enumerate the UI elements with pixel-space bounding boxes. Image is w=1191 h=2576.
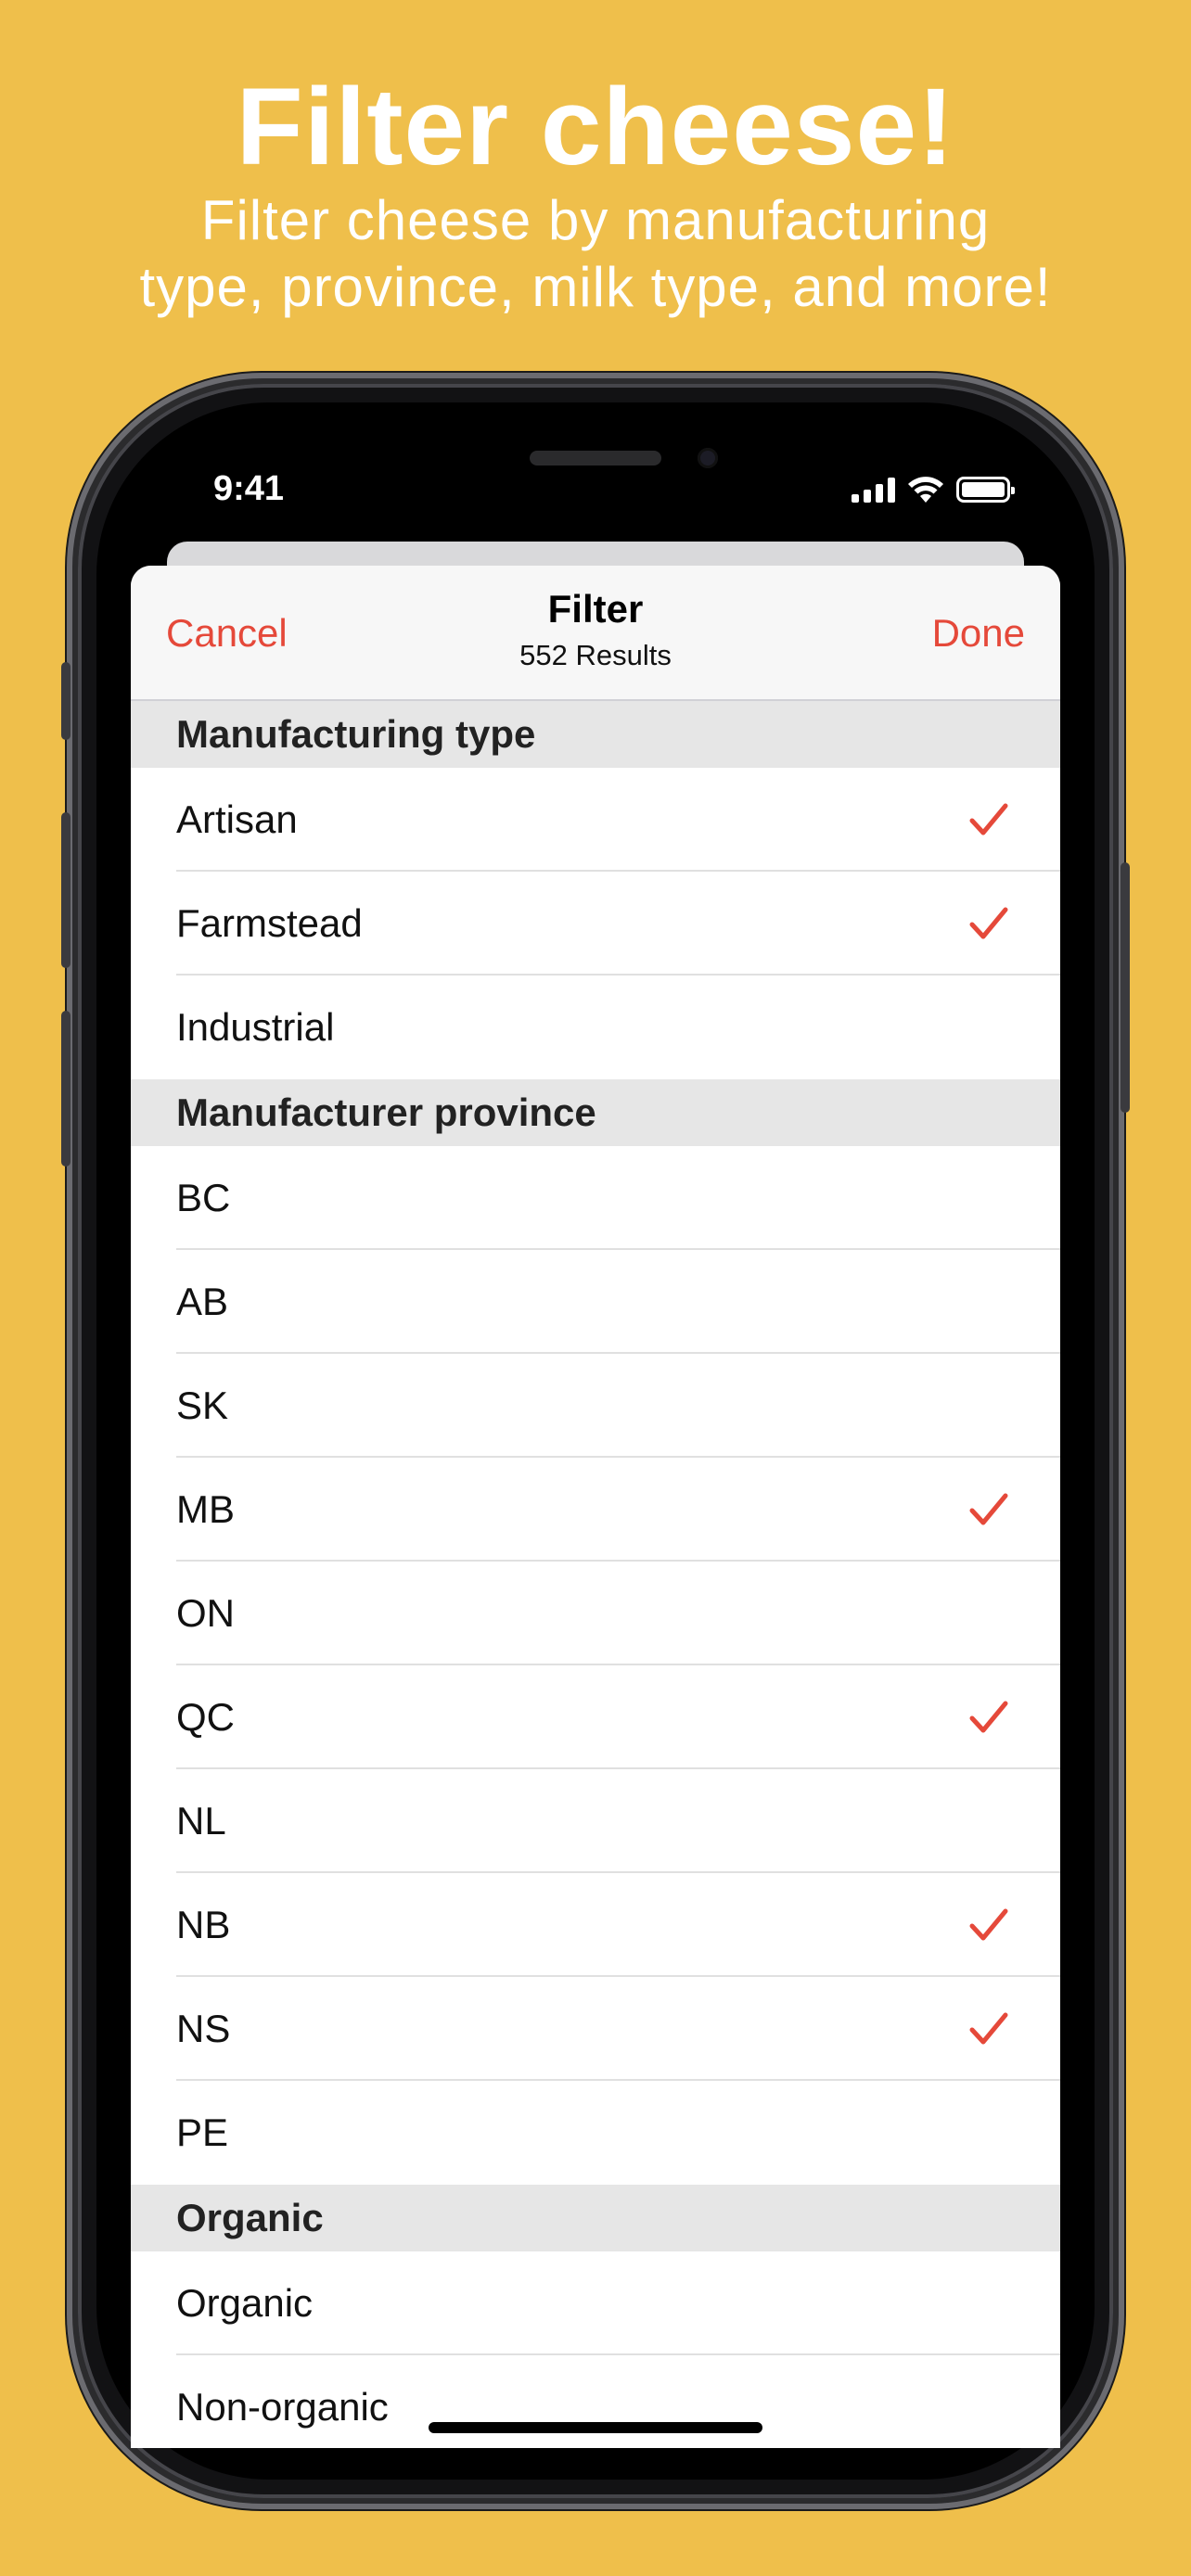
filter-option-label: SK — [176, 1384, 229, 1427]
results-count: 552 Results — [519, 639, 672, 671]
filter-option-label: NL — [176, 1799, 226, 1843]
filter-option-label: Non-organic — [176, 2385, 389, 2429]
filter-option-label: Organic — [176, 2281, 314, 2325]
filter-option-row[interactable]: QC — [131, 1665, 1060, 1769]
checkmark-icon — [969, 803, 1008, 835]
filter-option-label: Farmstead — [176, 901, 363, 945]
filter-option-row[interactable]: NL — [131, 1769, 1060, 1873]
filter-option-label: BC — [176, 1176, 231, 1219]
filter-option-row[interactable]: ON — [131, 1562, 1060, 1665]
phone-volume-down-button — [61, 1011, 70, 1167]
filter-option-row[interactable]: Industrial — [131, 976, 1060, 1079]
phone-power-button — [1121, 862, 1130, 1113]
checkmark-icon — [969, 1493, 1008, 1525]
promo-subtitle-line-1: Filter cheese by manufacturing — [200, 189, 991, 251]
filter-option-label: MB — [176, 1487, 235, 1531]
filter-option-label: Artisan — [176, 797, 298, 841]
cellular-signal-icon — [852, 477, 895, 503]
status-time: 9:41 — [213, 469, 285, 508]
filter-option-row[interactable]: Artisan — [131, 768, 1060, 872]
checkmark-icon — [969, 1908, 1008, 1941]
filter-option-label: NS — [176, 2007, 231, 2050]
checkmark-icon — [969, 2012, 1008, 2045]
done-button[interactable]: Done — [932, 610, 1025, 657]
promo-subtitle: Filter cheese by manufacturing type, pro… — [0, 187, 1191, 321]
filter-option-label: NB — [176, 1903, 231, 1946]
filter-option-row[interactable]: Organic — [131, 2251, 1060, 2355]
section-header: Organic — [131, 2185, 1060, 2251]
promo-subtitle-line-2: type, province, milk type, and more! — [139, 256, 1052, 318]
filter-sheet: Cancel Filter 552 Results Done Manufactu… — [131, 566, 1060, 2448]
filter-option-row[interactable]: AB — [131, 1250, 1060, 1354]
filter-option-label: ON — [176, 1591, 235, 1635]
phone-volume-up-button — [61, 812, 70, 968]
filter-option-label: QC — [176, 1695, 235, 1739]
filter-option-row[interactable]: NS — [131, 1977, 1060, 2081]
checkmark-icon — [969, 907, 1008, 939]
filter-option-row[interactable]: BC — [131, 1146, 1060, 1250]
filter-list: Manufacturing type Artisan Farmstead Indust… — [131, 701, 1060, 2448]
promo-title: Filter cheese! — [236, 66, 955, 188]
filter-option-row[interactable]: SK — [131, 1354, 1060, 1458]
phone-mute-switch — [61, 662, 70, 740]
filter-option-row[interactable]: MB — [131, 1458, 1060, 1562]
filter-option-label: Industrial — [176, 1005, 335, 1049]
filter-option-row[interactable]: Non-organic — [131, 2355, 1060, 2448]
earpiece-speaker — [530, 451, 661, 465]
filter-option-row[interactable]: PE — [131, 2081, 1060, 2185]
section-header: Manufacturing type — [131, 701, 1060, 768]
navigation-bar: Cancel Filter 552 Results Done — [131, 566, 1060, 701]
filter-option-row[interactable]: NB — [131, 1873, 1060, 1977]
status-icons — [852, 471, 1015, 508]
wifi-icon — [908, 477, 943, 503]
filter-option-row[interactable]: Farmstead — [131, 872, 1060, 976]
section-header: Manufacturer province — [131, 1079, 1060, 1146]
checkmark-icon — [969, 1701, 1008, 1733]
filter-option-label: AB — [176, 1280, 229, 1323]
home-indicator — [429, 2422, 762, 2433]
nav-title: Filter — [547, 587, 644, 631]
battery-icon — [956, 477, 1015, 503]
front-camera — [698, 448, 718, 468]
filter-option-label: PE — [176, 2111, 229, 2154]
